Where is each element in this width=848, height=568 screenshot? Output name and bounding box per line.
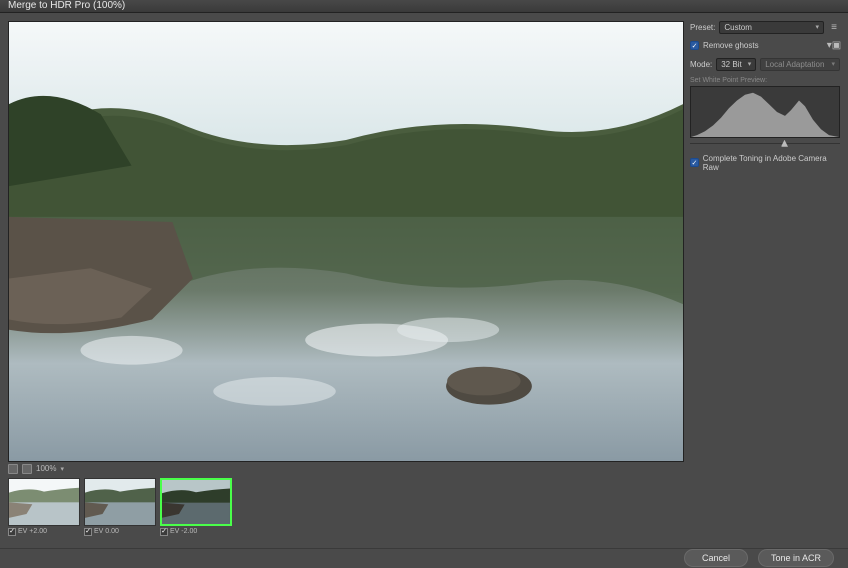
thumb-0-label: EV +2.00 xyxy=(18,528,47,535)
thumb-2-checkbox[interactable] xyxy=(160,528,168,536)
right-pane: Preset: Custom ▾ ≡ Remove ghosts ▾▣ Mode… xyxy=(690,21,840,540)
remove-ghosts-row: Remove ghosts ▾▣ xyxy=(690,40,840,52)
mode-row: Mode: 32 Bit ▾ Local Adaptation ▾ xyxy=(690,58,840,71)
zoom-in-icon[interactable] xyxy=(22,464,32,474)
histogram-section: Set White Point Preview: xyxy=(690,77,840,148)
titlebar[interactable]: Merge to HDR Pro (100%) xyxy=(0,0,848,13)
preview-toolbar: 100% ▾ xyxy=(8,462,684,476)
preset-dropdown[interactable]: Custom ▾ xyxy=(719,21,824,34)
thumb-0-checkbox[interactable] xyxy=(8,528,16,536)
footer: Cancel Tone in ACR xyxy=(0,548,848,568)
mode-value: 32 Bit xyxy=(721,60,741,69)
thumb-1-checkbox[interactable] xyxy=(84,528,92,536)
whitepoint-slider[interactable] xyxy=(690,140,840,148)
hdr-pro-dialog: Merge to HDR Pro (100%) xyxy=(0,0,848,568)
adaptation-value: Local Adaptation xyxy=(765,60,824,69)
whitepoint-handle[interactable] xyxy=(781,140,788,147)
complete-toning-row: Complete Toning in Adobe Camera Raw xyxy=(690,154,840,172)
whitepoint-label: Set White Point Preview: xyxy=(690,77,840,84)
tone-in-acr-button[interactable]: Tone in ACR xyxy=(758,549,834,567)
title-text: Merge to HDR Pro (100%) xyxy=(8,0,125,11)
remove-ghosts-checkbox[interactable] xyxy=(690,41,699,50)
cancel-button[interactable]: Cancel xyxy=(684,549,748,567)
body: 100% ▾ EV +2.00 EV 0.00 EV -2.00 xyxy=(0,13,848,548)
adaptation-dropdown: Local Adaptation ▾ xyxy=(760,58,840,71)
chevron-down-icon: ▾ xyxy=(815,23,819,31)
preset-label: Preset: xyxy=(690,23,715,32)
remove-ghosts-label: Remove ghosts xyxy=(703,41,759,50)
complete-toning-checkbox[interactable] xyxy=(690,158,699,167)
preset-value: Custom xyxy=(724,23,752,32)
ghost-menu-icon[interactable]: ▾▣ xyxy=(828,40,840,52)
chevron-down-icon: ▾ xyxy=(748,60,752,68)
thumbnail-0[interactable]: EV +2.00 xyxy=(8,478,80,540)
thumb-1-label: EV 0.00 xyxy=(94,528,119,535)
preset-row: Preset: Custom ▾ ≡ xyxy=(690,21,840,34)
complete-toning-label: Complete Toning in Adobe Camera Raw xyxy=(703,154,840,172)
mode-dropdown[interactable]: 32 Bit ▾ xyxy=(716,58,756,71)
thumbnail-1[interactable]: EV 0.00 xyxy=(84,478,156,540)
histogram xyxy=(690,86,840,138)
preset-menu-icon[interactable]: ≡ xyxy=(828,21,840,33)
thumbnail-2[interactable]: EV -2.00 xyxy=(160,478,232,540)
mode-label: Mode: xyxy=(690,60,712,69)
preview-image xyxy=(9,22,683,461)
preview-area[interactable] xyxy=(8,21,684,462)
zoom-out-icon[interactable] xyxy=(8,464,18,474)
zoom-level[interactable]: 100% xyxy=(36,464,56,473)
chevron-down-icon: ▾ xyxy=(831,60,835,68)
left-pane: 100% ▾ EV +2.00 EV 0.00 EV -2.00 xyxy=(8,21,684,540)
chevron-down-icon[interactable]: ▾ xyxy=(60,465,64,473)
thumb-2-label: EV -2.00 xyxy=(170,528,197,535)
thumbnail-strip: EV +2.00 EV 0.00 EV -2.00 xyxy=(8,478,684,540)
